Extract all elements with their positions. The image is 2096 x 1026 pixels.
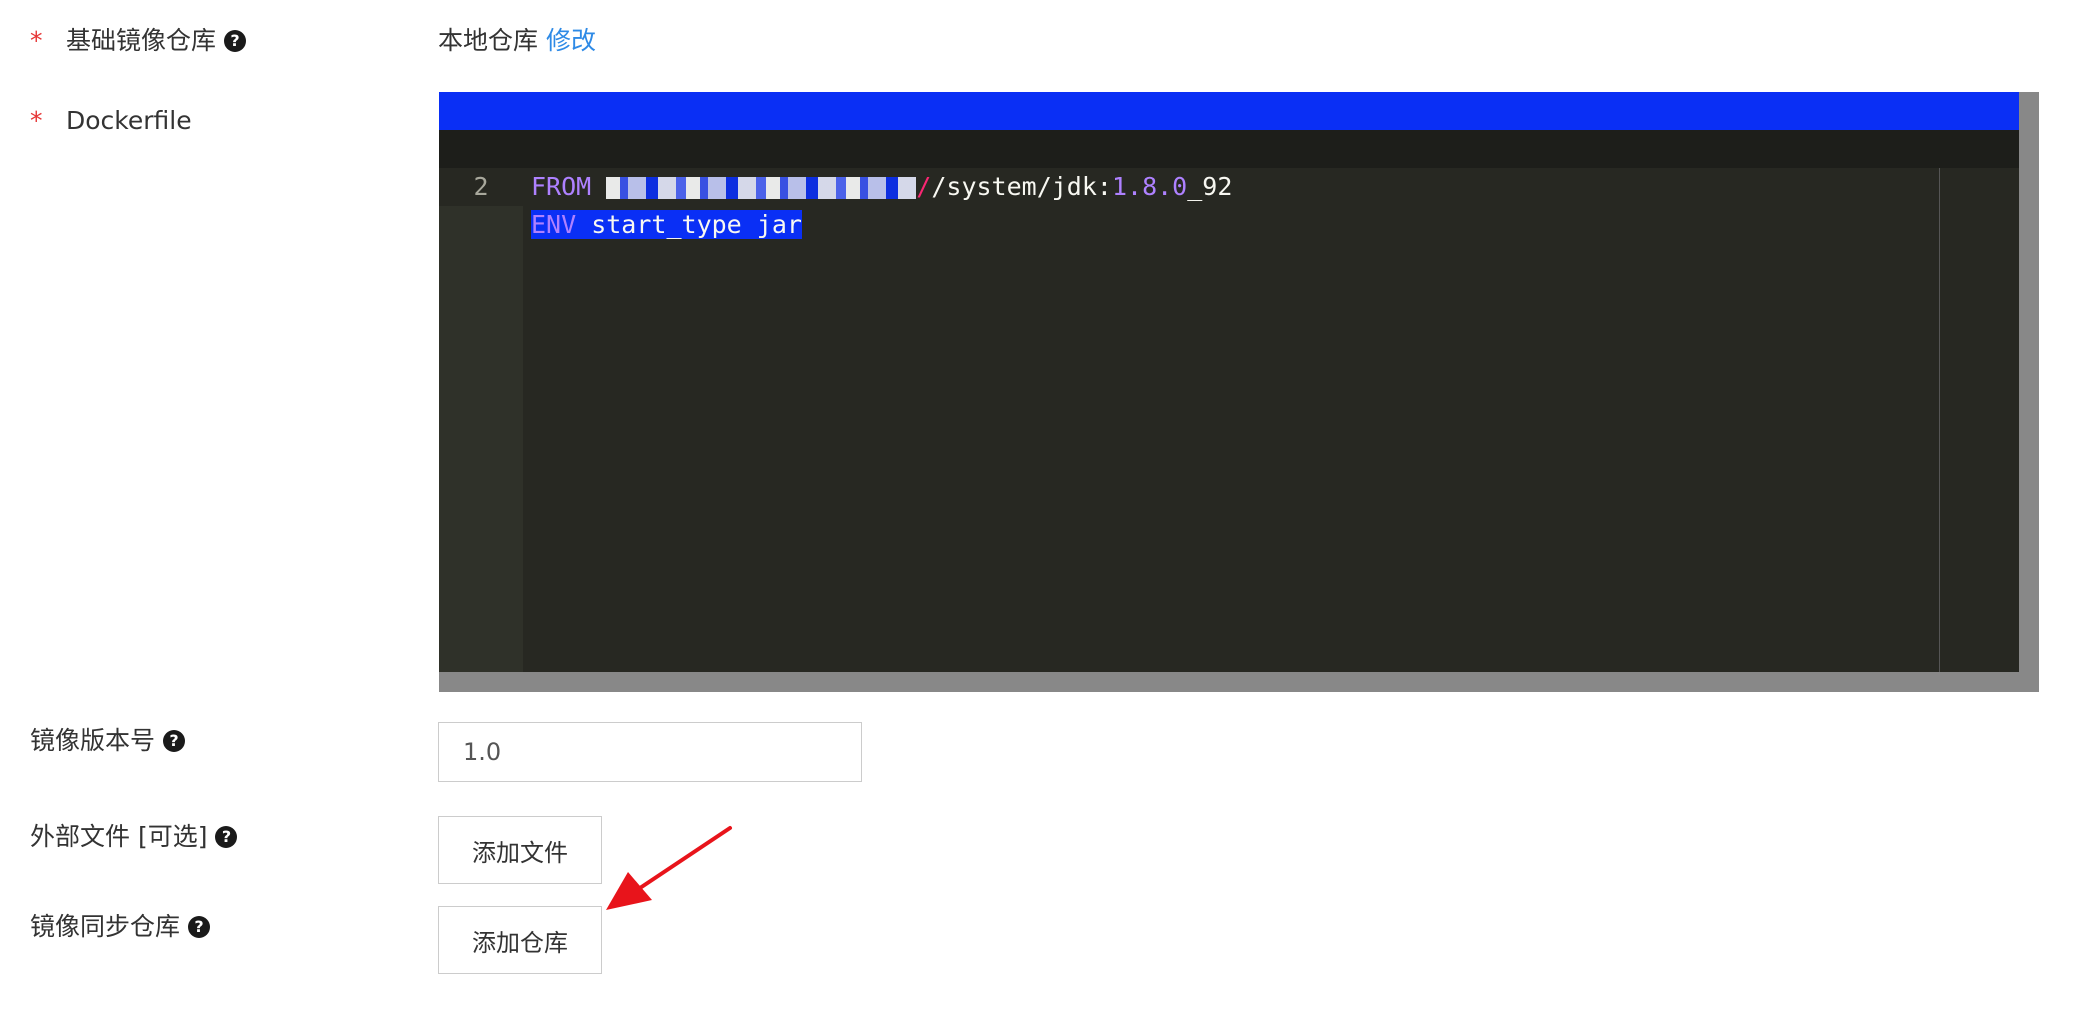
dockerfile-editor[interactable]: 1 FROM //system/jdk:1.8.0_92 2 ENV start… — [439, 92, 2019, 672]
add-repo-button[interactable]: 添加仓库 — [438, 906, 602, 974]
image-version-input[interactable] — [438, 722, 862, 782]
image-suffix: _92 — [1187, 172, 1233, 201]
line-number: 2 — [439, 168, 523, 206]
selected-text: ENV start_type jar — [531, 210, 802, 239]
dockerfile-editor-frame: 1 FROM //system/jdk:1.8.0_92 2 ENV start… — [439, 92, 2039, 692]
help-icon[interactable]: ? — [224, 30, 247, 52]
dockerfile-label: Dockerfile — [66, 106, 192, 135]
redacted-registry — [606, 177, 917, 199]
required-star: * — [30, 106, 43, 135]
add-file-button[interactable]: 添加文件 — [438, 816, 602, 884]
help-icon[interactable]: ? — [215, 826, 238, 848]
code-line[interactable]: 2 ENV start_type jar — [439, 130, 2019, 239]
sync-repo-label-row: 镜像同步仓库 ? — [30, 910, 211, 944]
image-path: /system/jdk: — [931, 172, 1112, 201]
line-content: ENV start_type jar — [531, 206, 802, 244]
required-star: * — [30, 26, 43, 55]
base-repo-label-row: * 基础镜像仓库 ? — [30, 24, 247, 58]
image-version-label-row: 镜像版本号 ? — [30, 724, 186, 758]
help-icon[interactable]: ? — [188, 916, 211, 938]
sync-repo-label: 镜像同步仓库 — [30, 912, 181, 941]
external-files-label: 外部文件 [可选] — [30, 822, 208, 851]
dockerfile-label-row: * Dockerfile — [30, 104, 192, 138]
modify-repo-link[interactable]: 修改 — [546, 26, 596, 55]
line-content: FROM //system/jdk:1.8.0_92 — [531, 168, 1232, 206]
print-margin-line — [1939, 168, 1940, 672]
external-files-label-row: 外部文件 [可选] ? — [30, 820, 238, 854]
page: * 基础镜像仓库 ? 本地仓库修改 * Dockerfile 1 FROM //… — [0, 0, 2096, 1026]
base-repo-value: 本地仓库 — [438, 26, 539, 55]
keyword: ENV — [531, 210, 577, 239]
base-repo-value-row: 本地仓库 修改 — [438, 24, 596, 58]
code-line[interactable]: 1 FROM //system/jdk:1.8.0_92 — [439, 92, 2019, 201]
annotation-arrow-icon — [606, 826, 732, 910]
image-version-label: 镜像版本号 — [30, 726, 156, 755]
env-definition: start_type jar — [576, 210, 802, 239]
path-separator: / — [916, 172, 932, 201]
image-version: 1.8.0 — [1111, 172, 1188, 201]
base-repo-label: 基础镜像仓库 — [66, 26, 217, 55]
help-icon[interactable]: ? — [163, 730, 186, 752]
